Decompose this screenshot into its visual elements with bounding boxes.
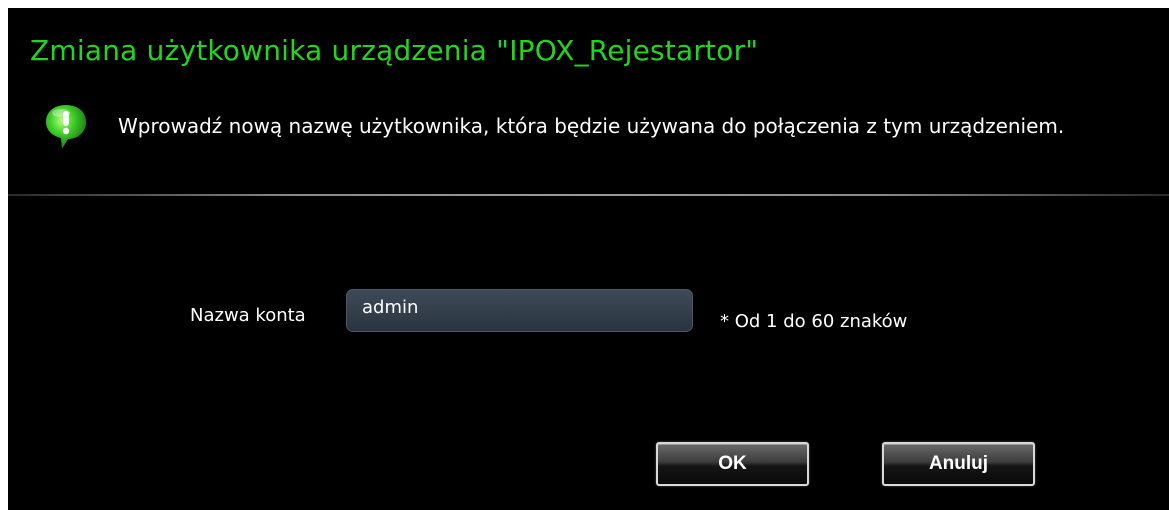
divider bbox=[8, 194, 1169, 196]
change-device-user-dialog: Zmiana użytkownika urządzenia "IPOX_Reje… bbox=[8, 8, 1169, 510]
exclamation-speech-bubble-icon bbox=[44, 103, 88, 151]
dialog-title: Zmiana użytkownika urządzenia "IPOX_Reje… bbox=[30, 34, 759, 67]
account-name-note: * Od 1 do 60 znaków bbox=[720, 311, 908, 332]
ok-button[interactable]: OK bbox=[656, 442, 809, 486]
cancel-button[interactable]: Anuluj bbox=[882, 442, 1035, 486]
account-name-input[interactable] bbox=[346, 289, 693, 332]
account-name-label: Nazwa konta bbox=[190, 305, 306, 326]
hint-text: Wprowadź nową nazwę użytkownika, która b… bbox=[118, 114, 1065, 138]
